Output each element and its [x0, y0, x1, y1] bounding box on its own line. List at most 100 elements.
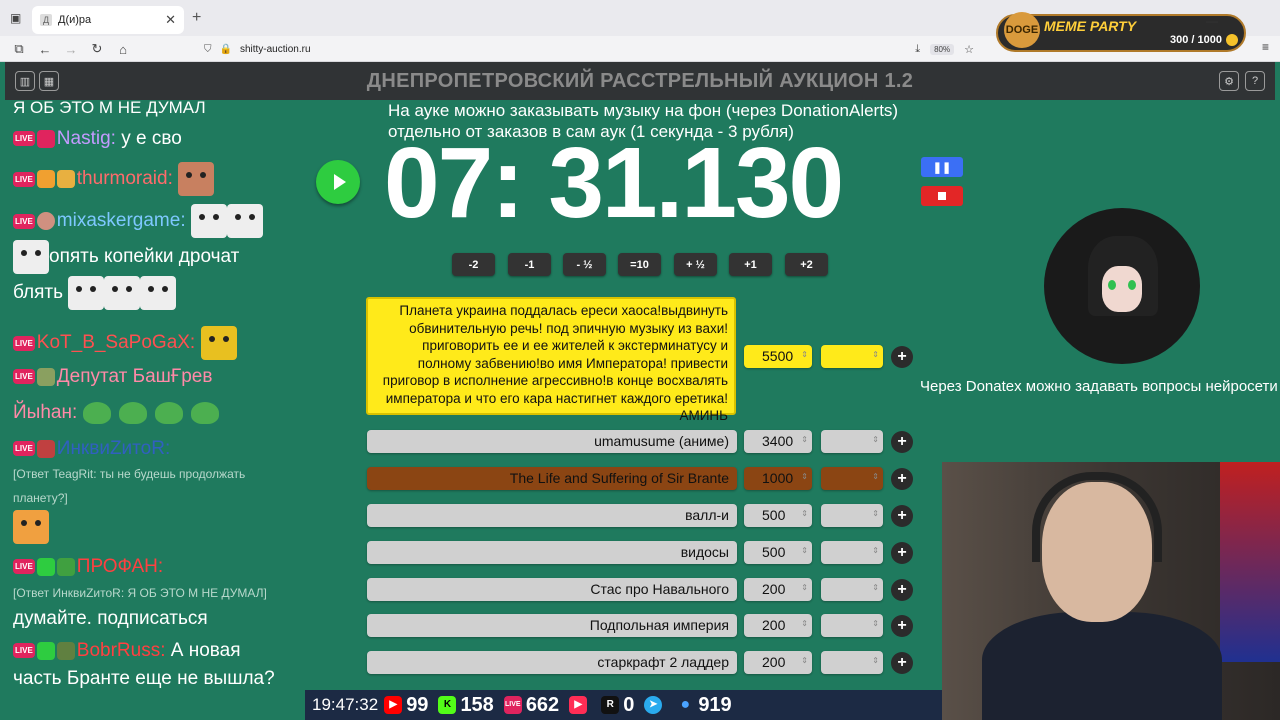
- lot-add-amount-field[interactable]: [821, 541, 883, 564]
- chat-message: LIVE ИнквиZитоR:: [13, 438, 170, 460]
- play-button[interactable]: [316, 160, 360, 204]
- add-to-lot-button[interactable]: +: [891, 615, 913, 637]
- badge-icon: [56, 641, 75, 660]
- live-badge: LIVE: [13, 441, 35, 457]
- lot-add-amount-field[interactable]: [821, 578, 883, 601]
- lot-amount-field[interactable]: 3400: [744, 430, 812, 453]
- lot-name-field[interactable]: Стас про Навального: [367, 578, 737, 601]
- close-tab-icon[interactable]: ✕: [165, 12, 176, 28]
- badge-icon: [36, 557, 55, 576]
- lot-amount-field[interactable]: 200: [744, 614, 812, 637]
- adjust-set-10-button[interactable]: =10: [618, 253, 661, 276]
- doge-logo: DOGE: [1004, 12, 1040, 48]
- download-icon[interactable]: ⤓: [915, 43, 920, 56]
- lot-add-amount-field[interactable]: [821, 345, 883, 368]
- kick-icon: K: [438, 696, 457, 714]
- bookmark-star-icon[interactable]: ☆: [964, 43, 974, 56]
- settings-gear-icon[interactable]: ⚙: [1219, 71, 1239, 91]
- lot-amount-field[interactable]: 5500: [744, 345, 812, 368]
- help-icon[interactable]: ?: [1245, 71, 1265, 91]
- add-to-lot-button[interactable]: +: [891, 468, 913, 490]
- adjust-plus-1-button[interactable]: +1: [729, 253, 772, 276]
- lot-amount-field[interactable]: 500: [744, 504, 812, 527]
- new-tab-icon[interactable]: +: [192, 9, 201, 27]
- badge-icon: [36, 170, 55, 188]
- shield-icon[interactable]: ⛉: [204, 44, 212, 55]
- live-badge: LIVE: [13, 335, 35, 351]
- chat-nick[interactable]: ПРОФАН:: [77, 556, 163, 577]
- face-emote-icon: [190, 204, 227, 238]
- frog-emote-icon: [82, 402, 111, 424]
- reload-icon[interactable]: ↻: [90, 41, 104, 57]
- donatex-notice: Через Donatex можно задавать вопросы ней…: [920, 378, 1278, 395]
- face-emote-icon: [226, 204, 263, 238]
- adjust-plus-half-button[interactable]: + ½: [674, 253, 717, 276]
- chat-nick[interactable]: Депутат БашҒрев: [57, 366, 213, 387]
- lot-name-field[interactable]: валл-и: [367, 504, 737, 527]
- chat-nick[interactable]: thurmoraid:: [77, 168, 173, 189]
- menu-icon[interactable]: ≡: [1262, 40, 1269, 54]
- live-badge: LIVE: [13, 559, 35, 575]
- add-to-lot-button[interactable]: +: [891, 652, 913, 674]
- badge-icon: [56, 170, 75, 188]
- chat-message: Йыһан:: [13, 402, 227, 424]
- chat-nick[interactable]: ИнквиZитоR:: [57, 438, 170, 459]
- lot-add-amount-field[interactable]: [821, 614, 883, 637]
- adjust-minus-half-button[interactable]: - ½: [563, 253, 606, 276]
- add-to-lot-button[interactable]: +: [891, 542, 913, 564]
- clock-time: 19:47:32: [312, 695, 379, 714]
- face-emote-icon: [104, 276, 141, 310]
- lot-add-amount-field[interactable]: [821, 651, 883, 674]
- zoom-level[interactable]: 80%: [930, 43, 955, 55]
- forward-icon[interactable]: →: [64, 42, 78, 57]
- lot-name-field[interactable]: Подпольная империя: [367, 614, 737, 637]
- add-to-lot-button[interactable]: +: [891, 431, 913, 453]
- adjust-plus-2-button[interactable]: +2: [785, 253, 828, 276]
- anime-avatar: [1044, 208, 1200, 364]
- app-header: ▥ ▦ ДНЕПРОПЕТРОВСКИЙ РАССТРЕЛЬНЫЙ АУКЦИО…: [5, 62, 1275, 100]
- lock-icon[interactable]: 🔒: [220, 44, 232, 55]
- badge-icon: [36, 439, 55, 458]
- avatar-eye: [1128, 280, 1136, 290]
- add-to-lot-button[interactable]: +: [891, 346, 913, 368]
- add-to-lot-button[interactable]: +: [891, 505, 913, 527]
- chat-message: LIVE ПРОФАН:: [13, 556, 163, 578]
- chat-nick[interactable]: Йыһан:: [13, 402, 77, 423]
- chat-reply: [Ответ ИнквиZитоR: Я ОБ ЭТО М НЕ ДУМАЛ]: [13, 586, 267, 600]
- lot-amount-field[interactable]: 200: [744, 651, 812, 674]
- stop-button[interactable]: [921, 186, 963, 206]
- back-icon[interactable]: ←: [38, 42, 52, 57]
- tab-overview-icon[interactable]: ⧉: [12, 41, 26, 57]
- add-to-lot-button[interactable]: +: [891, 579, 913, 601]
- meme-party-title: MEME PARTY: [1044, 18, 1137, 34]
- chat-nick[interactable]: Nastig:: [57, 128, 116, 149]
- live-badge: LIVE: [13, 171, 35, 187]
- chat-nick[interactable]: mixaskergame:: [57, 210, 186, 231]
- pause-button[interactable]: ❚❚: [921, 157, 963, 177]
- chat-nick[interactable]: BobrRuss:: [77, 640, 166, 661]
- lot-name-field[interactable]: Планета украина поддалась ереси хаоса!вы…: [366, 297, 736, 423]
- lot-add-amount-field[interactable]: [821, 467, 883, 490]
- lot-add-amount-field[interactable]: [821, 504, 883, 527]
- lot-add-amount-field[interactable]: [821, 430, 883, 453]
- lot-amount-field[interactable]: 1000: [744, 467, 812, 490]
- lot-name-field[interactable]: The Life and Suffering of Sir Brante: [367, 467, 737, 490]
- play-icon: ▶: [569, 696, 588, 714]
- stream-stats-bar: 19:47:32 ▶ 99 K 158 LIVE 662 ▶ R0 ➤ ● 919: [305, 690, 942, 720]
- lot-amount-field[interactable]: 500: [744, 541, 812, 564]
- sidebar-toggle-icon[interactable]: ▣: [10, 11, 21, 25]
- lot-name-field[interactable]: видосы: [367, 541, 737, 564]
- adjust-minus-1-button[interactable]: -1: [508, 253, 551, 276]
- lot-amount-field[interactable]: 200: [744, 578, 812, 601]
- lot-name-field[interactable]: umamusume (аниме): [367, 430, 737, 453]
- chat-message: LIVE BobrRuss: А новая: [13, 640, 241, 662]
- home-icon[interactable]: ⌂: [116, 42, 130, 57]
- minimize-icon[interactable]: —: [1206, 14, 1218, 28]
- chat-nick[interactable]: KoT_B_SaPoGaX:: [37, 332, 195, 353]
- browser-tab[interactable]: Д Д(и)ра ✕: [32, 6, 184, 34]
- emblem-emote-icon: [200, 326, 237, 360]
- address-bar[interactable]: ⛉ 🔒 shitty-auction.ru ⤓ 80% ☆: [204, 38, 974, 60]
- lot-name-field[interactable]: старкрафт 2 ладдер: [367, 651, 737, 674]
- adjust-minus-2-button[interactable]: -2: [452, 253, 495, 276]
- cat-emote-icon: [178, 162, 215, 196]
